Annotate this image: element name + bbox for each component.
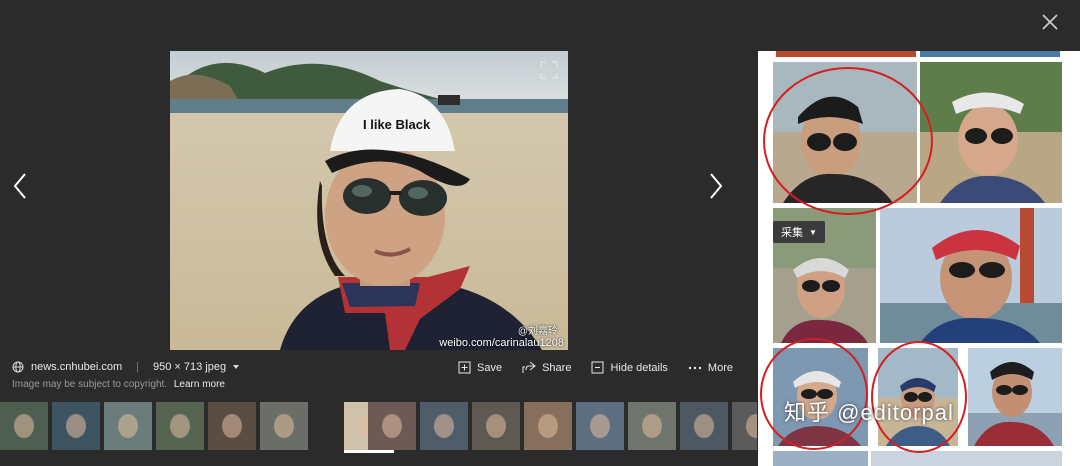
expand-icon xyxy=(540,61,558,79)
hide-details-label: Hide details xyxy=(610,361,668,374)
separator: | xyxy=(136,361,139,373)
thumbnail[interactable] xyxy=(628,402,676,450)
share-icon xyxy=(522,361,536,373)
thumbnail-face xyxy=(274,414,294,438)
thumbnail-filmstrip xyxy=(0,402,757,454)
related-image[interactable] xyxy=(880,208,1062,343)
thumbnail-face xyxy=(222,414,242,438)
thumbnail[interactable] xyxy=(52,402,100,450)
thumbnail-face xyxy=(694,414,714,438)
zhihu-watermark: 知乎 @editorpal xyxy=(784,400,954,425)
cap-text: I like Black xyxy=(363,117,431,132)
copyright-row: Image may be subject to copyright. Learn… xyxy=(12,379,225,390)
image-dimensions: 950 × 713 jpeg xyxy=(152,361,227,373)
image-actions: Save Share Hide details More xyxy=(458,361,753,374)
thumbnail-face xyxy=(486,414,506,438)
thumbnail[interactable] xyxy=(104,402,152,450)
caret-down-icon xyxy=(233,365,240,369)
thumbnail-face xyxy=(170,414,190,438)
photo-watermark-handle: @刘嘉玲 xyxy=(517,326,558,337)
chevron-left-icon xyxy=(13,173,26,199)
save-button[interactable]: Save xyxy=(458,361,502,374)
thumbnail[interactable] xyxy=(420,402,468,450)
learn-more-link[interactable]: Learn more xyxy=(174,379,225,390)
related-image[interactable] xyxy=(920,51,1060,57)
thumbnail-face xyxy=(642,414,662,438)
thumbnail[interactable] xyxy=(0,402,48,450)
globe-icon xyxy=(12,361,24,373)
thumbnail-face xyxy=(538,414,558,438)
thumbnail-face xyxy=(746,414,757,438)
related-image[interactable] xyxy=(871,451,1062,466)
more-dots-icon xyxy=(688,366,702,369)
related-image[interactable] xyxy=(968,348,1062,446)
thumbnail[interactable] xyxy=(732,402,757,450)
caret-down-icon: ▼ xyxy=(809,227,817,237)
related-images-panel: 采集 ▼ 知乎 @editorpal xyxy=(758,51,1080,466)
more-label: More xyxy=(707,361,733,374)
related-image[interactable] xyxy=(773,451,868,466)
photo-watermark-url: weibo.com/carinalau1208 xyxy=(439,337,564,349)
thumbnail[interactable] xyxy=(368,402,416,450)
image-source-row: news.cnhubei.com | 950 × 713 jpeg xyxy=(12,361,241,373)
thumbnail-face xyxy=(382,414,402,438)
source-domain-link[interactable]: news.cnhubei.com xyxy=(31,361,122,373)
share-button[interactable]: Share xyxy=(522,361,571,374)
collect-label: 采集 xyxy=(781,227,803,239)
thumbnail[interactable] xyxy=(156,402,204,450)
thumbnail[interactable] xyxy=(208,402,256,450)
next-image-button[interactable] xyxy=(704,168,728,204)
previous-image-button[interactable] xyxy=(8,168,32,204)
more-button[interactable]: More xyxy=(688,362,733,374)
main-photo-scene: I like Black xyxy=(170,51,568,350)
thumbnail-face xyxy=(66,414,86,438)
hide-details-icon xyxy=(591,361,604,374)
thumbnail[interactable] xyxy=(524,402,572,450)
save-icon xyxy=(458,361,471,374)
main-image[interactable]: I like Black @刘嘉玲 weibo.com/carinalau120… xyxy=(170,51,568,350)
thumbnail[interactable] xyxy=(260,402,308,450)
image-size-dropdown[interactable]: 950 × 713 jpeg xyxy=(153,361,241,373)
close-button[interactable] xyxy=(1036,8,1064,36)
close-icon xyxy=(1042,14,1058,30)
related-image[interactable] xyxy=(920,62,1062,203)
hide-details-button[interactable]: Hide details xyxy=(591,361,668,374)
copyright-note: Image may be subject to copyright. xyxy=(12,379,168,390)
thumbnail-face xyxy=(14,414,34,438)
chevron-right-icon xyxy=(710,173,723,199)
thumbnail-face xyxy=(434,414,454,438)
collect-button[interactable]: 采集 ▼ xyxy=(773,221,825,243)
share-label: Share xyxy=(542,361,572,374)
thumbnail-face xyxy=(118,414,138,438)
thumbnail[interactable] xyxy=(680,402,728,450)
related-image[interactable] xyxy=(773,62,917,203)
save-label: Save xyxy=(477,361,503,374)
thumbnail-face xyxy=(590,414,610,438)
thumbnail[interactable] xyxy=(576,402,624,450)
related-image[interactable] xyxy=(776,51,916,57)
thumbnail[interactable] xyxy=(472,402,520,450)
